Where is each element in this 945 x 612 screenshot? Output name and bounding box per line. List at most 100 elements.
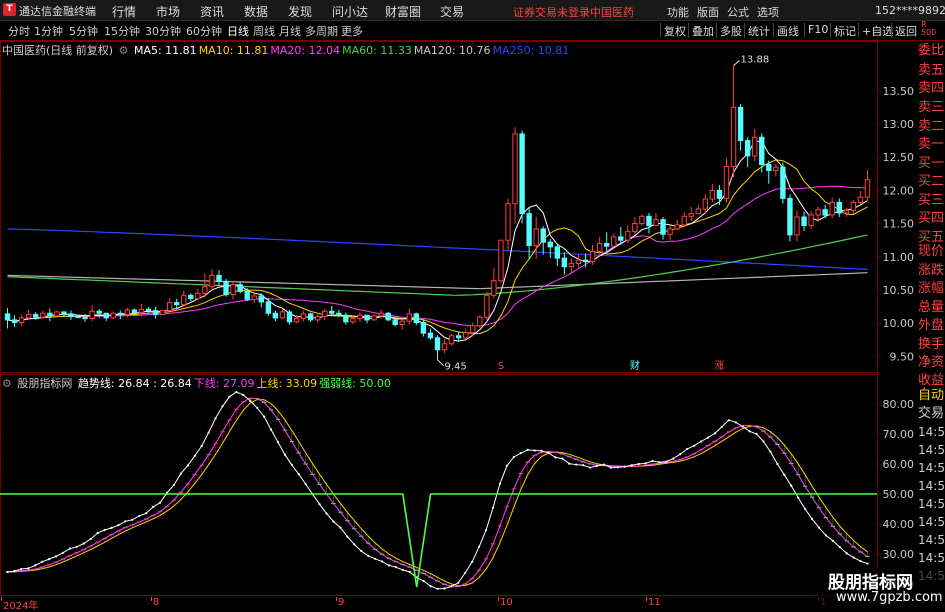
settings-icon[interactable]: ⚙ [2,377,12,390]
side-item-19[interactable]: 自动 [918,387,944,405]
candle-body [96,310,102,314]
menu-3[interactable]: 数据 [244,3,268,20]
app-name: 通达信金融终端 [19,5,96,18]
trend-point [734,421,737,424]
user-account[interactable]: 152****9892 [875,4,945,17]
trend-point [831,539,834,542]
date-axis: 2024年8910111 [0,597,877,612]
candle-body [540,228,546,243]
period-tab-2[interactable]: 5分钟 [69,23,98,39]
right-menu-2[interactable]: 公式 [727,4,749,20]
menu-2[interactable]: 资讯 [200,3,224,20]
candle-body [470,325,476,333]
trend-point [720,425,723,428]
period-tab-10[interactable]: 更多 [341,23,363,39]
side-item-22[interactable]: 14:5 [918,441,945,459]
menu-4[interactable]: 发现 [288,3,312,20]
side-item-12[interactable]: 涨跌 [918,262,944,280]
trend-point [380,560,384,563]
trend-point [568,462,571,465]
toolbar-button-1[interactable]: 叠加 [692,23,714,39]
side-item-11[interactable]: 现价 [918,243,944,261]
candle-body [554,246,561,259]
side-item-16[interactable]: 换手 [918,336,944,354]
toolbar-button-8[interactable]: 返回 [895,23,917,39]
menu-0[interactable]: 行情 [112,3,136,20]
date-tick [336,597,337,601]
period-tab-6[interactable]: 日线 [227,23,249,39]
trade-login-warning[interactable]: 证券交易未登录 [513,4,590,20]
side-item-20[interactable]: 交易 [918,405,944,423]
toolbar-button-7[interactable]: +自选 [862,23,893,39]
candle-body [836,201,842,214]
toolbar-button-2[interactable]: 多股 [720,23,742,39]
side-item-25[interactable]: 14:5 [918,495,945,513]
side-item-8[interactable]: 买三 [918,192,944,210]
candle-body [434,337,441,351]
period-tab-8[interactable]: 月线 [279,23,301,39]
toolbar-button-4[interactable]: 画线 [777,23,799,39]
toolbar-button-5[interactable]: F10 [808,23,828,36]
side-item-21[interactable]: 14:5 [918,423,945,441]
side-item-28[interactable]: 14:5 [918,549,945,567]
side-item-1[interactable]: 卖五 [918,62,944,80]
side-item-6[interactable]: 买一 [918,155,944,173]
menu-5[interactable]: 问小达 [332,3,368,20]
menu-6[interactable]: 财富圈 [385,3,421,20]
main-chart-panel[interactable]: 9.50 10.00 10.50 11.00 11.50 12.00 12.50 13.00 1… [0,41,914,373]
side-item-14[interactable]: 总量 [918,299,944,317]
candle-body [667,228,673,235]
side-item-13[interactable]: 涨幅 [918,280,944,298]
candle-body [512,133,518,205]
side-item-27[interactable]: 14:5 [918,531,945,549]
trend-point [686,447,689,451]
trend-point [367,554,370,557]
trend-point [561,457,564,460]
side-item-24[interactable]: 14:5 [918,477,945,495]
candle-body [11,319,18,324]
side-item-26[interactable]: 14:5 [918,513,945,531]
menu-1[interactable]: 市场 [156,3,180,20]
side-item-3[interactable]: 卖三 [918,99,944,117]
trend-point [776,462,779,466]
right-menu-1[interactable]: 版面 [697,4,719,20]
period-tab-7[interactable]: 周线 [253,23,275,39]
side-item-9[interactable]: 买四 [918,210,944,228]
toolbar-button-0[interactable]: 复权 [664,23,686,39]
settings-icon[interactable]: ⚙ [119,44,129,57]
right-menu-3[interactable]: 选项 [757,4,779,20]
period-tab-9[interactable]: 多周期 [305,23,338,39]
trend-point [304,483,307,486]
period-tab-4[interactable]: 30分钟 [145,23,181,39]
candle-body [124,309,131,316]
candle-body [463,331,469,339]
side-item-17[interactable]: 净资 [918,354,944,372]
candle-body [815,209,821,216]
side-item-5[interactable]: 卖一 [918,136,944,154]
side-item-4[interactable]: 卖二 [918,118,944,136]
side-item-0[interactable]: 委比 [918,42,944,60]
toolbar-button-3[interactable]: 统计 [748,23,770,39]
finance-event-mark: 财 [630,359,640,372]
toolbar-button-6[interactable]: 标记 [834,23,856,39]
right-menu-0[interactable]: 功能 [667,4,689,20]
menu-7[interactable]: 交易 [440,3,464,20]
side-item-2[interactable]: 卖四 [918,80,944,98]
side-item-23[interactable]: 14:5 [918,459,945,477]
trend-point [484,528,488,532]
candle-body [441,343,448,351]
trend-point [630,464,633,467]
period-tab-0[interactable]: 分时 [8,23,30,39]
indicator-panel[interactable]: 20.0030.0040.0050.0060.0070.0080.00 ⚙ 股朋… [0,374,914,596]
period-tab-1[interactable]: 1分钟 [34,23,63,39]
side-item-7[interactable]: 买二 [918,173,944,191]
period-tab-3[interactable]: 15分钟 [104,23,140,39]
r-badge[interactable]: R 500 [921,21,936,37]
trend-point [852,556,855,559]
ma250-line [7,228,868,270]
period-tab-5[interactable]: 60分钟 [186,23,222,39]
trend-point [325,512,328,515]
ma-legend-4: MA120: 10.76 [413,44,491,57]
side-item-15[interactable]: 外盘 [918,317,944,335]
candle-body [801,216,807,227]
